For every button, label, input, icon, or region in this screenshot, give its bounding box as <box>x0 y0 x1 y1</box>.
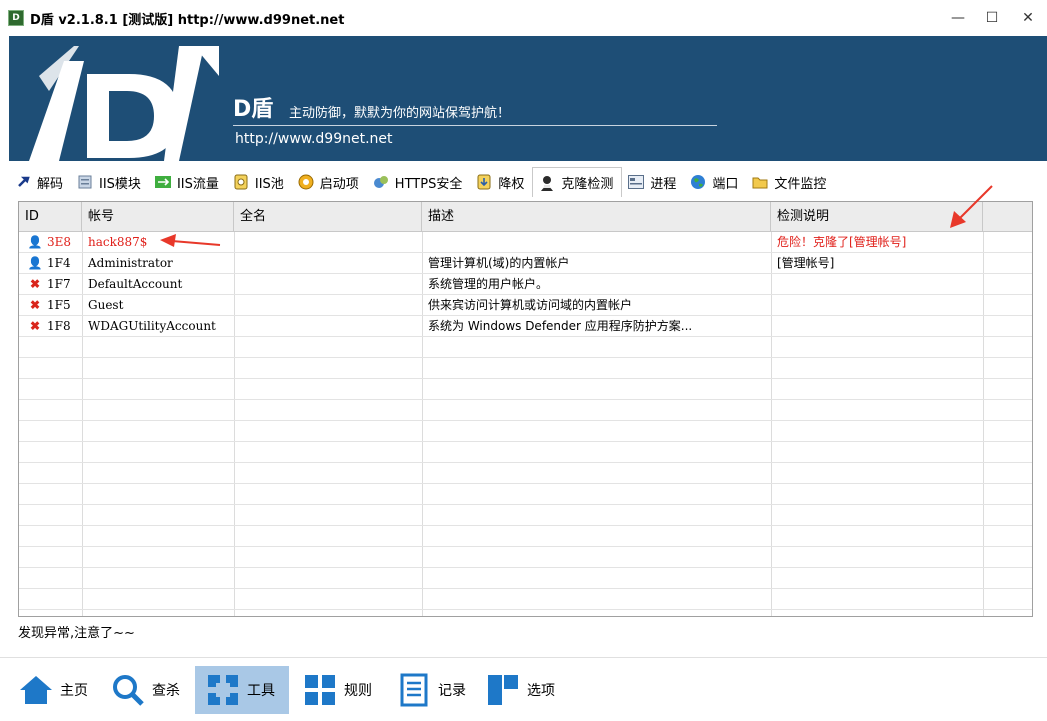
nav-label: 工具 <box>247 683 275 699</box>
nav-tools[interactable]: 工具 <box>195 666 289 714</box>
rules-icon <box>302 672 338 708</box>
nav-scan[interactable]: 查杀 <box>100 666 190 714</box>
nav-options[interactable]: 选项 <box>475 666 565 714</box>
nav-label: 规则 <box>344 683 372 699</box>
home-icon <box>18 672 54 708</box>
bottom-navigation: 主页 查杀 工具 规则 记录 选项 <box>0 657 1047 721</box>
nav-home[interactable]: 主页 <box>8 666 98 714</box>
nav-label: 记录 <box>438 683 466 699</box>
nav-log[interactable]: 记录 <box>386 666 476 714</box>
nav-label: 选项 <box>527 683 555 699</box>
log-icon <box>396 672 432 708</box>
status-message: 发现异常,注意了~~ <box>18 626 135 641</box>
search-icon <box>110 672 146 708</box>
tools-icon <box>205 672 241 708</box>
options-icon <box>485 672 521 708</box>
annotation-overlay <box>160 185 993 247</box>
nav-label: 主页 <box>60 683 88 699</box>
nav-label: 查杀 <box>152 683 180 699</box>
nav-rules[interactable]: 规则 <box>292 666 382 714</box>
annotation-arrow <box>950 185 993 228</box>
annotation-arrow <box>160 234 221 247</box>
